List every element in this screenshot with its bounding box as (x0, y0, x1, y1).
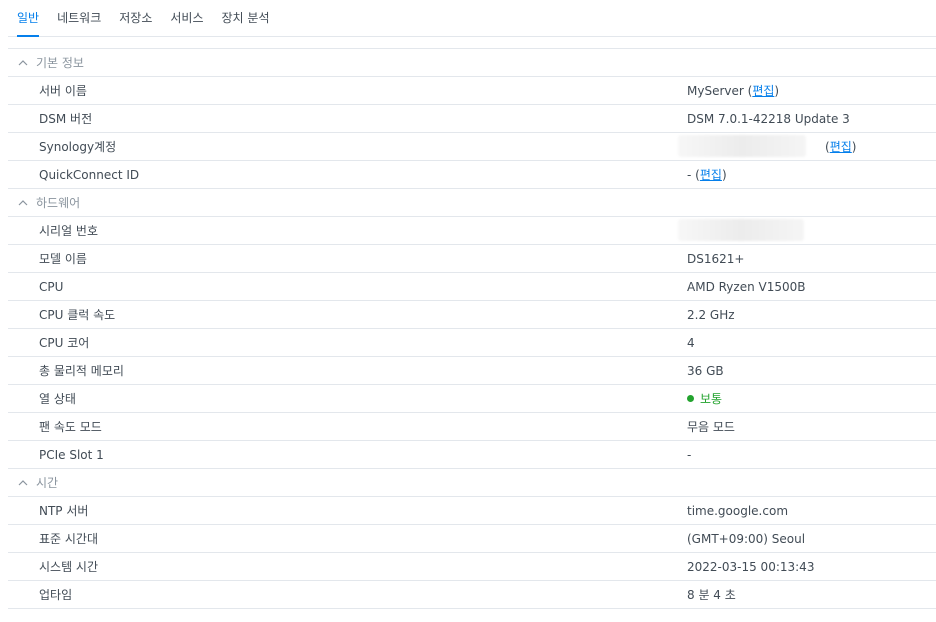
ntp-value: time.google.com (687, 503, 789, 518)
section-header-time[interactable]: 시간 (8, 469, 936, 497)
row-label: 모델 이름 (39, 252, 87, 266)
row-label: 표준 시간대 (39, 532, 99, 546)
row-label: CPU (39, 279, 64, 294)
row-label: 시스템 시간 (39, 560, 99, 574)
tab-device-analytics[interactable]: 장치 분석 (222, 0, 270, 36)
row-quickconnect: QuickConnect ID - (편집) (8, 161, 936, 189)
row-label: 열 상태 (39, 392, 76, 406)
row-cpu-clock: CPU 클럭 속도 2.2 GHz (8, 301, 936, 329)
row-label: PCIe Slot 1 (39, 447, 104, 462)
row-server-name: 서버 이름 MyServer (편집) (8, 77, 936, 105)
synology-account-edit: (편집) (825, 140, 857, 154)
cpu-clock-value: 2.2 GHz (687, 307, 735, 322)
cpu-cores-value: 4 (687, 335, 695, 350)
thermal-status-text: 보통 (700, 392, 723, 406)
row-label: 업타임 (39, 588, 73, 602)
tab-services[interactable]: 서비스 (170, 0, 203, 36)
section-title: 기본 정보 (36, 56, 84, 70)
row-model: 모델 이름 DS1621+ (8, 245, 936, 273)
memory-value: 36 GB (687, 363, 724, 378)
row-pcie: PCIe Slot 1 - (8, 441, 936, 469)
row-system-time: 시스템 시간 2022-03-15 00:13:43 (8, 553, 936, 581)
row-dsm-version: DSM 버전 DSM 7.0.1-42218 Update 3 (8, 105, 936, 133)
redacted-serial (678, 219, 804, 241)
edit-account-link[interactable]: 편집 (830, 140, 852, 154)
server-name-text: MyServer (687, 84, 744, 98)
chevron-up-icon (16, 476, 30, 490)
redacted-account (678, 135, 806, 157)
row-memory: 총 물리적 메모리 36 GB (8, 357, 936, 385)
row-label: NTP 서버 (39, 504, 89, 518)
system-time-value: 2022-03-15 00:13:43 (687, 559, 815, 574)
row-label: QuickConnect ID (39, 167, 140, 182)
section-title: 하드웨어 (36, 196, 81, 210)
row-fan: 팬 속도 모드 무음 모드 (8, 413, 936, 441)
row-serial: 시리얼 번호 (8, 217, 936, 245)
row-label: DSM 버전 (39, 112, 93, 126)
tab-network[interactable]: 네트워크 (57, 0, 101, 36)
row-label: 총 물리적 메모리 (39, 364, 124, 378)
model-value: DS1621+ (687, 251, 745, 266)
tab-bar: 일반 네트워크 저장소 서비스 장치 분석 (8, 0, 936, 37)
row-label: 서버 이름 (39, 84, 87, 98)
row-label: CPU 클럭 속도 (39, 308, 116, 322)
row-label: Synology계정 (39, 140, 117, 154)
row-synology-account: Synology계정 (편집) (8, 133, 936, 161)
section-header-hardware[interactable]: 하드웨어 (8, 189, 936, 217)
cpu-value: AMD Ryzen V1500B (687, 279, 806, 294)
pcie-value: - (687, 447, 692, 462)
info-table: 기본 정보 서버 이름 MyServer (편집) DSM 버전 DSM 7.0… (8, 48, 936, 609)
tab-storage[interactable]: 저장소 (119, 0, 152, 36)
quickconnect-value: - (편집) (687, 168, 727, 182)
row-thermal: 열 상태 보통 (8, 385, 936, 413)
row-timezone: 표준 시간대 (GMT+09:00) Seoul (8, 525, 936, 553)
thermal-status: 보통 (687, 390, 722, 407)
uptime-value: 8 분 4 초 (687, 588, 736, 602)
status-dot-icon (687, 395, 694, 402)
row-label: CPU 코어 (39, 336, 90, 350)
chevron-up-icon (16, 56, 30, 70)
row-label: 팬 속도 모드 (39, 420, 102, 434)
edit-server-name-link[interactable]: 편집 (752, 84, 774, 98)
chevron-up-icon (16, 196, 30, 210)
row-cpu-cores: CPU 코어 4 (8, 329, 936, 357)
edit-quickconnect-link[interactable]: 편집 (700, 168, 722, 182)
section-header-basic[interactable]: 기본 정보 (8, 49, 936, 77)
row-uptime: 업타임 8 분 4 초 (8, 581, 936, 609)
timezone-value: (GMT+09:00) Seoul (687, 531, 806, 546)
row-label: 시리얼 번호 (39, 224, 99, 238)
server-name-value: MyServer (편집) (687, 84, 780, 98)
tab-general[interactable]: 일반 (17, 0, 40, 37)
quickconnect-text: - (687, 168, 692, 182)
row-ntp: NTP 서버 time.google.com (8, 497, 936, 525)
section-title: 시간 (36, 476, 59, 490)
fan-value: 무음 모드 (687, 420, 735, 434)
dsm-version-value: DSM 7.0.1-42218 Update 3 (687, 111, 850, 126)
row-cpu: CPU AMD Ryzen V1500B (8, 273, 936, 301)
